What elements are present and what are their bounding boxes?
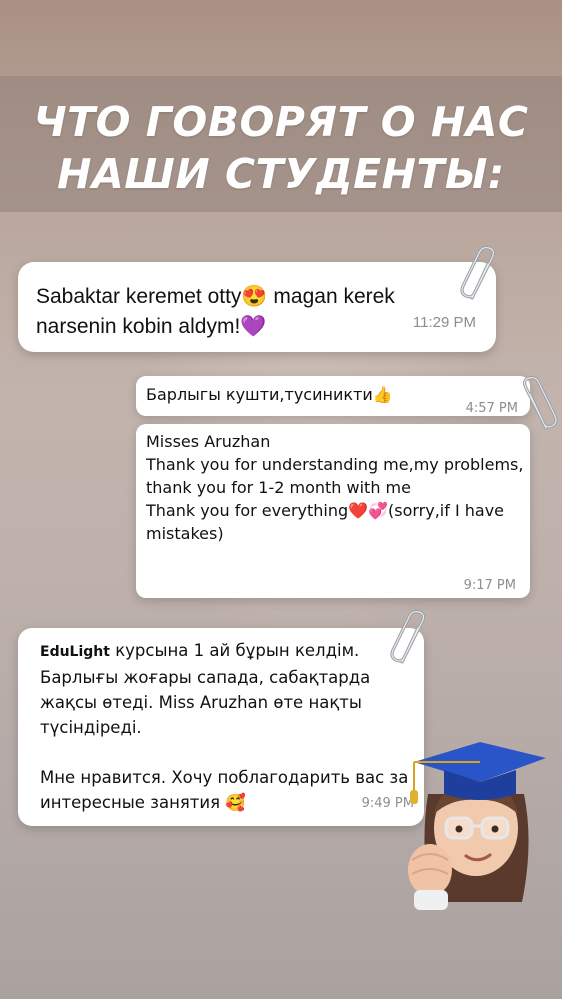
page-title-line-1: ЧТО ГОВОРЯТ О НАС xyxy=(33,98,529,146)
review-text-4: EduLight курсына 1 ай бұрын келдім. Барл… xyxy=(40,638,420,815)
review-bubble-2: Барлыгы кушти,тусиникти👍 4:57 PM xyxy=(136,376,530,416)
brand-name: EduLight xyxy=(40,644,110,660)
review-time-3: 9:17 PM xyxy=(463,578,516,593)
review-bubble-4: EduLight курсына 1 ай бұрын келдім. Барл… xyxy=(18,628,424,826)
review-text-1: Sabaktar keremet otty😍 magan kerek narse… xyxy=(36,285,395,338)
paperclip-icon xyxy=(390,610,426,664)
review-time-1: 11:29 PM xyxy=(412,314,476,331)
review-text-3: Misses Aruzhan Thank you for understandi… xyxy=(146,432,524,543)
paperclip-icon xyxy=(522,376,558,430)
review-text-4-body: курсына 1 ай бұрын келдім. Барлығы жоғар… xyxy=(40,641,409,812)
review-bubble-3: Misses Aruzhan Thank you for understandi… xyxy=(136,424,530,598)
graduate-avatar xyxy=(408,742,546,910)
paperclip-icon xyxy=(460,246,496,300)
page-title-line-2: НАШИ СТУДЕНТЫ: xyxy=(57,150,505,198)
review-time-2: 4:57 PM xyxy=(465,401,518,416)
review-bubble-1: Sabaktar keremet otty😍 magan kerek narse… xyxy=(18,262,496,352)
review-text-2: Барлыгы кушти,тусиникти👍 xyxy=(146,385,393,404)
